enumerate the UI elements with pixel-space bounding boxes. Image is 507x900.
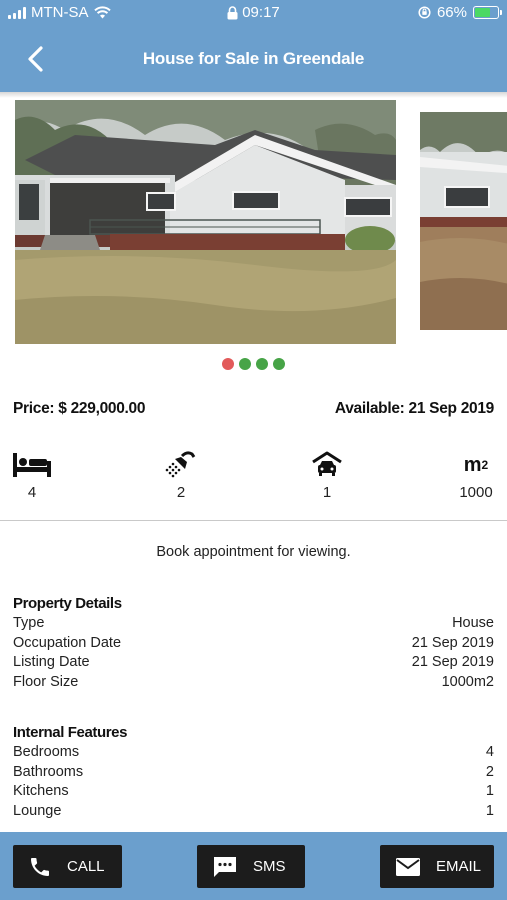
detail-value: 21 Sep 2019 [411, 654, 494, 670]
detail-label: Type [13, 615, 45, 631]
feature-label: Lounge [13, 803, 62, 819]
detail-label: Floor Size [13, 674, 79, 690]
house-photo [15, 100, 396, 344]
page-title: House for Sale in Greendale [142, 49, 365, 68]
email-label: EMAIL [436, 858, 482, 875]
detail-row: Occupation Date 21 Sep 2019 [13, 635, 494, 651]
detail-label: Occupation Date [13, 635, 122, 651]
feature-garages: 1 [297, 450, 357, 501]
gallery-dot[interactable] [256, 358, 268, 370]
garages-count: 1 [322, 484, 332, 501]
phone-icon [13, 855, 67, 879]
detail-value: House [452, 615, 494, 631]
divider [0, 520, 507, 521]
status-right: 66% [418, 4, 502, 21]
detail-row: Listing Date 21 Sep 2019 [13, 654, 494, 670]
gallery-pager [0, 358, 507, 370]
lock-icon [227, 5, 238, 19]
feature-label: Kitchens [13, 783, 69, 799]
detail-value: 21 Sep 2019 [411, 635, 494, 651]
status-time: 09:17 [242, 4, 280, 21]
gallery-photo-next[interactable] [420, 112, 507, 330]
booking-note: Book appointment for viewing. [156, 544, 351, 560]
shower-icon [165, 451, 196, 478]
available-date: Available: 21 Sep 2019 [334, 400, 494, 417]
detail-row: Floor Size 1000m2 [13, 674, 494, 690]
gallery-dot[interactable] [239, 358, 251, 370]
house-photo-2 [420, 112, 507, 330]
gallery-dot[interactable] [273, 358, 285, 370]
feature-value: 2 [485, 764, 494, 780]
car-garage-icon [312, 451, 342, 476]
detail-label: Listing Date [13, 654, 90, 670]
bathrooms-count: 2 [176, 484, 186, 501]
price-label: Price: $ 229,000.00 [13, 400, 146, 417]
battery-percent: 66% [436, 4, 467, 21]
feature-value: 1 [485, 803, 494, 819]
area-unit: m [463, 454, 482, 476]
feature-label: Bathrooms [13, 764, 84, 780]
feature-row: Bathrooms 2 [13, 764, 494, 780]
detail-value: 1000m2 [441, 674, 494, 690]
property-details-title: Property Details [13, 595, 122, 612]
feature-label: Bedrooms [13, 744, 80, 760]
envelope-icon [380, 857, 436, 877]
feature-bedrooms: 4 [2, 450, 62, 501]
feature-bathrooms: 2 [151, 450, 211, 501]
feature-row: Kitchens 1 [13, 783, 494, 799]
gallery-photo-main[interactable] [15, 100, 396, 344]
sms-button[interactable]: SMS [197, 845, 305, 888]
message-icon [197, 855, 253, 879]
email-button[interactable]: EMAIL [380, 845, 494, 888]
gallery-dot[interactable] [222, 358, 234, 370]
status-bar: MTN-SA 09:17 66% [0, 0, 507, 26]
feature-row: Bedrooms 4 [13, 744, 494, 760]
area-unit-power: 2 [481, 458, 489, 472]
bedrooms-count: 4 [27, 484, 37, 501]
detail-row: Type House [13, 615, 494, 631]
rotation-lock-icon [418, 6, 431, 19]
call-button[interactable]: CALL [13, 845, 122, 888]
area-value: 1000 [459, 484, 493, 501]
feature-row: Lounge 1 [13, 803, 494, 819]
photo-gallery[interactable] [0, 98, 507, 348]
area-m2-icon: m2 [446, 450, 506, 480]
action-bar: CALL SMS EMAIL [0, 832, 507, 900]
battery-charging-icon [473, 6, 502, 19]
feature-value: 4 [485, 744, 494, 760]
call-label: CALL [67, 858, 105, 875]
feature-area: m2 1000 [446, 450, 506, 501]
internal-features-title: Internal Features [13, 724, 128, 741]
feature-value: 1 [485, 783, 494, 799]
app-header: House for Sale in Greendale [0, 26, 507, 92]
sms-label: SMS [253, 858, 286, 875]
bed-icon [13, 453, 51, 477]
